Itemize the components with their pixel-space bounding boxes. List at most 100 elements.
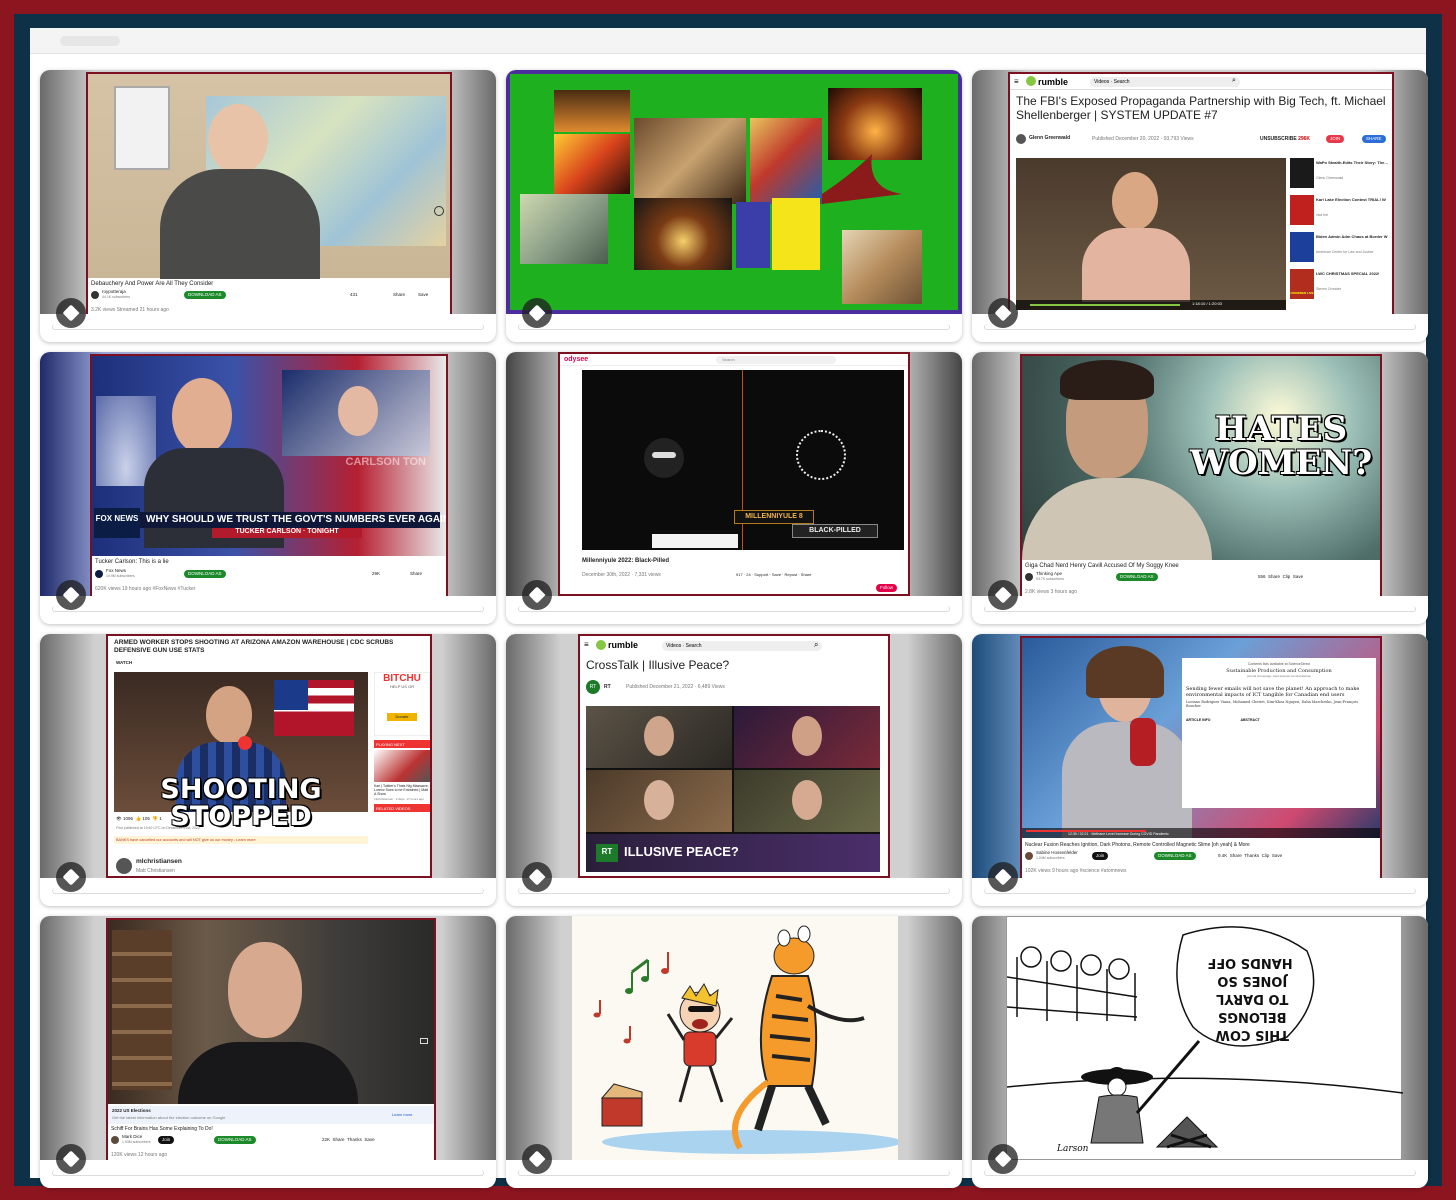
channel-name[interactable]: Glenn Greenwald [1029,135,1070,141]
download-button[interactable]: DOWNLOAD AS [1154,852,1196,860]
channel-name[interactable]: Thinking Ape [1036,571,1062,576]
clip-button[interactable]: Clip [1262,853,1270,858]
learn-more-link[interactable]: Learn more [392,1112,412,1117]
video-title[interactable]: Schiff For Brains Has Some Explaining To… [111,1126,213,1132]
video-player[interactable]: RT ILLUSIVE PEACE? [586,706,880,872]
video-title[interactable]: Giga Chad Nerd Henry Cavill Accused Of M… [1025,563,1179,569]
follow-button[interactable]: Follow [876,584,898,592]
download-button[interactable]: DOWNLOAD AS [214,1136,256,1144]
download-button[interactable]: DOWNLOAD AS [184,570,226,578]
menu-icon[interactable]: ≡ [1014,77,1019,86]
up-next-item[interactable]: Biden Admin Adm Chaos at Border W Americ… [1290,232,1392,269]
gallery-card-5[interactable]: odysee Search MILLENNIYULE 8 BLACK-PILLE… [506,352,962,624]
channel-name[interactable]: roypotteraja [102,289,126,294]
support-button[interactable]: Support [754,572,768,577]
download-button[interactable]: DOWNLOAD AS [1116,573,1158,581]
channel-name[interactable]: mlchristiansen [136,858,182,865]
donate-button[interactable]: Donate [387,713,417,721]
gallery-card-10[interactable]: 2022 US Elections Get the latest informa… [40,916,496,1188]
menu-icon[interactable]: ≡ [584,640,589,649]
dislike-count[interactable]: 24 [746,572,750,577]
gallery-card-7[interactable]: ARMED WORKER STOPS SHOOTING AT ARIZONA A… [40,634,496,906]
site-name[interactable]: rumble [1038,77,1068,87]
play-icon[interactable] [238,736,252,750]
save-button[interactable]: Save [418,292,428,297]
channel-name[interactable]: Mark Dice [122,1134,142,1139]
search-input[interactable]: Videos · Search [1090,77,1240,87]
gallery-card-3[interactable]: ≡ rumble Videos · Search ⌕ The FBI's Exp… [972,70,1428,342]
site-name[interactable]: rumble [608,640,638,650]
gallery-card-4[interactable]: CARLSON TON FOX NEWS WHY SHOULD WE TRUST… [40,352,496,624]
up-next-item[interactable]: CROWDER LIVE LWC CHRISTMAS SPECIAL 2022!… [1290,269,1392,306]
repost-button[interactable]: Repost [785,572,798,577]
like-count[interactable]: 917 [736,572,743,577]
gallery-card-8[interactable]: ≡ rumble Videos · Search ⌕ CrossTalk | I… [506,634,962,906]
share-button[interactable]: SHARE [1362,135,1386,143]
search-input[interactable]: Videos · Search [662,641,822,651]
download-button[interactable]: DOWNLOAD AS [184,291,226,299]
channel-avatar[interactable] [111,1136,119,1144]
channel-avatar[interactable] [1025,852,1033,860]
like-count[interactable]: 431 [350,292,358,297]
channel-avatar[interactable] [1016,134,1026,144]
video-title[interactable]: Tucker Carlson: This is a lie [95,559,169,565]
share-button[interactable]: Share [393,292,405,297]
channel-avatar[interactable] [1025,573,1033,581]
share-button[interactable]: Share [801,572,812,577]
videos-dropdown[interactable]: Videos [1094,79,1109,85]
unsubscribe-button[interactable]: UNSUBSCRIBE 296K [1260,136,1310,142]
gallery-card-6[interactable]: HATES WOMEN? Giga Chad Nerd Henry Cavill… [972,352,1428,624]
progress-bar[interactable] [1030,304,1180,306]
dislike-count[interactable]: 1 [159,816,162,821]
channel-name[interactable]: RT [604,684,611,690]
election-banner[interactable]: 2022 US Elections Get the latest informa… [108,1106,434,1124]
save-button[interactable]: Save [1293,574,1303,579]
gallery-card-11[interactable] [506,916,962,1188]
up-next-item[interactable]: WaPo Stealth-Edits Their Story: The… Gle… [1290,158,1392,195]
video-player[interactable]: MILLENNIYULE 8 BLACK-PILLED [582,370,904,550]
video-player[interactable]: 1:18:10 / 1:20:03 [1016,158,1286,310]
player-controls[interactable]: 12:39 / 32:21 · Methane Level Increase D… [1022,828,1380,838]
site-name[interactable]: odysee [564,356,588,363]
channel-avatar[interactable] [91,291,99,299]
share-button[interactable]: Share [1230,853,1242,858]
video-title[interactable]: Debauchery And Power Are All They Consid… [91,281,213,287]
thanks-button[interactable]: Thanks [1244,853,1259,858]
gallery-card-9[interactable]: Contents lists available at ScienceDirec… [972,634,1428,906]
up-next-item[interactable]: Kari Lake Election Contest TRIAL! W viva… [1290,195,1392,232]
join-button[interactable]: Join [158,1136,175,1144]
channel-avatar[interactable] [116,858,132,874]
next-video-thumbnail[interactable] [374,750,430,782]
join-button[interactable]: Join [1092,852,1109,860]
share-button[interactable]: Share [333,1137,345,1142]
next-video-title[interactable]: Kari | Twitter's Thats Nig Massacre, Lor… [374,784,430,796]
videos-dropdown[interactable]: Videos [666,643,681,649]
join-button[interactable]: JOIN [1326,135,1345,143]
channel-name[interactable]: Sabine Hossenfelder [1036,850,1078,855]
video-player[interactable]: SHOOTING STOPPED [114,672,368,830]
save-button[interactable]: Save [364,1137,374,1142]
share-button[interactable]: Share [410,571,422,576]
thanks-button[interactable]: Thanks [347,1137,362,1142]
clip-button[interactable]: Clip [1283,574,1291,579]
video-title[interactable]: Nuclear Fusion Reaches Ignition, Dark Ph… [1025,842,1250,848]
like-count[interactable]: 29K [372,571,380,576]
like-count[interactable]: 556 [1258,574,1266,579]
share-button[interactable]: Share [1268,574,1280,579]
like-count[interactable]: 9.4K [1218,853,1227,858]
search-icon[interactable]: ⌕ [1232,77,1236,85]
zoom-icon[interactable] [434,206,444,216]
search-input[interactable]: Search [716,356,836,364]
gallery-card-12[interactable]: THIS COW BELONGS TO DARYL JONES SO HANDS… [972,916,1428,1188]
like-count[interactable]: 105 [142,816,150,821]
channel-avatar[interactable]: RT [586,680,600,694]
search-icon[interactable]: ⌕ [814,640,818,650]
like-count[interactable]: 22K [322,1137,330,1142]
fullscreen-icon[interactable] [420,1038,428,1044]
save-button[interactable]: Save [1272,853,1282,858]
bitchute-ad[interactable]: BITCHU HELP US GR Donate [374,672,430,736]
notice-banner[interactable]: BANKS have cancelled our accounts and wi… [114,836,368,844]
gallery-card-2[interactable] [506,70,962,342]
player-controls[interactable]: 1:18:10 / 1:20:03 [1016,300,1286,310]
channel-name[interactable]: Fox News [106,568,126,573]
